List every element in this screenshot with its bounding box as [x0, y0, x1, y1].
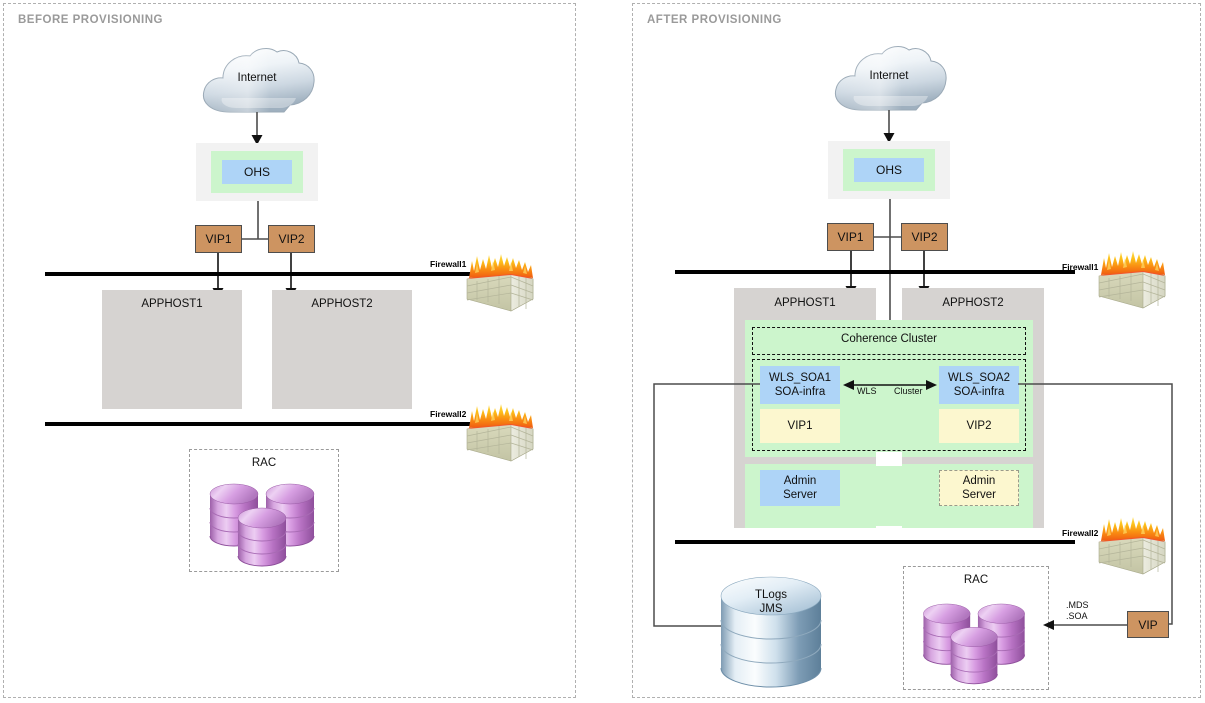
- host-vip2-box: VIP2: [939, 409, 1019, 443]
- tlogs-line2: JMS: [759, 603, 783, 616]
- wls-label: WLS: [857, 386, 877, 396]
- internet-label-after: Internet: [869, 70, 909, 82]
- connector-internet-to-ohs-after: [882, 110, 898, 144]
- apphost1-label-after: APPHOST1: [774, 297, 836, 309]
- coherence-cluster-box: Coherence Cluster: [752, 327, 1026, 355]
- wls-soa1-line1: WLS_SOA1: [769, 371, 831, 384]
- admin-server1-box: Admin Server: [760, 470, 840, 506]
- rac-container-after: RAC: [903, 566, 1049, 690]
- admin-server2-box: Admin Server: [939, 470, 1019, 506]
- ohs-green-wrapper-after: OHS: [843, 149, 935, 191]
- firewall1-line-after: [675, 270, 1075, 274]
- database-cluster-icon: [923, 603, 1026, 685]
- rac-label-before: RAC: [251, 457, 277, 469]
- internet-cloud-before: Internet: [196, 46, 318, 120]
- mds-label-line2: .SOA: [1066, 611, 1088, 622]
- internet-cloud-after: Internet: [828, 44, 950, 118]
- vip-db-box: VIP: [1127, 611, 1169, 638]
- connector-vip1-vip2-after: [874, 235, 902, 239]
- tlogs-jms-label: TLogs JMS: [716, 588, 826, 617]
- connector-internet-to-ohs-before: [250, 112, 266, 146]
- ohs-container-before: OHS: [196, 143, 318, 201]
- firewall1-line-before: [45, 272, 470, 276]
- host-vip1-box: VIP1: [760, 409, 840, 443]
- firewall-brick-flame-icon: [1098, 517, 1166, 575]
- internet-label-before: Internet: [237, 72, 277, 84]
- panel-before-title: BEFORE PROVISIONING: [18, 14, 163, 26]
- firewall2-icon-after: [1097, 512, 1167, 576]
- database-cluster-icon: [209, 483, 315, 567]
- vip1-box-before: VIP1: [195, 225, 242, 253]
- admin-server2-line2: Server: [962, 489, 996, 501]
- vip2-box-before: VIP2: [268, 225, 315, 253]
- coherence-cluster-label: Coherence Cluster: [841, 333, 937, 345]
- firewall-brick-flame-icon: [466, 404, 534, 462]
- wls-soa1-line2: SOA-infra: [774, 386, 826, 398]
- wls-soa1-box: WLS_SOA1 SOA-infra: [760, 366, 840, 404]
- rac-container-before: RAC: [189, 449, 339, 572]
- host-gap-upper: [876, 452, 902, 466]
- vip1-box-after: VIP1: [827, 223, 874, 251]
- admin-server1-line2: Server: [783, 489, 817, 501]
- wls-soa2-line1: WLS_SOA2: [948, 371, 1010, 384]
- apphost1-box-before: APPHOST1: [102, 290, 242, 409]
- wls-soa2-box: WLS_SOA2 SOA-infra: [939, 366, 1019, 404]
- mds-label-line1: .MDS: [1066, 600, 1089, 610]
- ohs-box-before: OHS: [222, 160, 292, 184]
- firewall1-icon-after: [1097, 246, 1167, 310]
- apphost2-label-after: APPHOST2: [942, 297, 1004, 309]
- mds-soa-label: .MDS .SOA: [1066, 600, 1089, 623]
- firewall2-line-before: [45, 422, 470, 426]
- connector-ohs-to-vips-before: [256, 201, 260, 239]
- firewall1-label-before: Firewall1: [430, 259, 467, 269]
- arrow-icon: [251, 112, 263, 145]
- admin-server1-line1: Admin: [783, 474, 817, 487]
- wls-soa2-line2: SOA-infra: [953, 386, 1005, 398]
- apphost1-label-before: APPHOST1: [141, 298, 203, 310]
- firewall1-icon-before: [465, 249, 535, 313]
- tlogs-jms-database: TLogs JMS: [716, 576, 826, 688]
- apphost2-box-before: APPHOST2: [272, 290, 412, 409]
- panel-after-title: AFTER PROVISIONING: [647, 14, 782, 26]
- host-gap-lower: [876, 526, 902, 538]
- firewall2-icon-before: [465, 399, 535, 463]
- vip2-box-after: VIP2: [901, 223, 948, 251]
- firewall1-label-after: Firewall1: [1062, 262, 1099, 272]
- ohs-green-wrapper-before: OHS: [211, 151, 303, 193]
- admin-server2-line1: Admin: [962, 474, 996, 487]
- tlogs-line1: TLogs: [755, 589, 787, 601]
- apphost2-label-before: APPHOST2: [311, 298, 373, 310]
- firewall2-line-after: [675, 540, 1075, 544]
- arrow-icon: [883, 110, 895, 143]
- ohs-container-after: OHS: [828, 141, 950, 199]
- firewall-brick-flame-icon: [1098, 251, 1166, 309]
- firewall-brick-flame-icon: [466, 254, 534, 312]
- firewall2-label-before: Firewall2: [430, 409, 467, 419]
- ohs-box-after: OHS: [854, 158, 924, 182]
- cluster-label: Cluster: [894, 386, 923, 396]
- firewall2-label-after: Firewall2: [1062, 528, 1099, 538]
- rac-label-after: RAC: [963, 574, 989, 586]
